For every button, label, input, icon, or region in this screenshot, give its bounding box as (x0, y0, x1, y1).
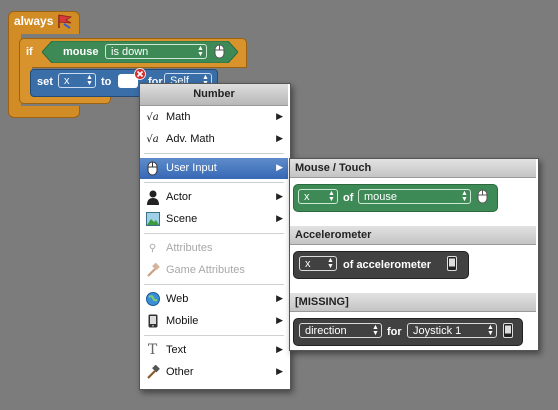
menu-item-label: Mobile (166, 315, 199, 327)
submenu-arrow-icon: ▶ (276, 213, 283, 223)
menu-item-label: Scene (166, 213, 198, 225)
menu-item-label: Math (166, 111, 191, 123)
submenu-arrow-icon: ▶ (276, 162, 283, 172)
mouse-icon (214, 44, 225, 59)
menu-item-user-input[interactable]: User Input ▶ (140, 158, 288, 179)
joystick-value: Joystick 1 (413, 325, 462, 337)
hammer-icon (145, 262, 160, 278)
menu-separator (144, 284, 284, 285)
to-label: to (101, 76, 112, 88)
menu-item-label: Actor (166, 191, 192, 203)
menu-item-label: Other (166, 366, 194, 378)
actor-icon (145, 190, 160, 205)
menu-item-adv-math[interactable]: √a Adv. Math ▶ (140, 129, 288, 150)
section-header-mouse-touch: Mouse / Touch (290, 159, 536, 178)
mouse-icon (145, 161, 160, 176)
menu-title: Number (140, 84, 288, 106)
of-accelerometer-label: of accelerometer (343, 259, 432, 271)
menu-item-web[interactable]: Web ▶ (140, 289, 288, 310)
menu-item-label: Adv. Math (166, 133, 215, 145)
stepper-arrows-icon: ▲▼ (328, 190, 335, 203)
source-value: mouse (364, 191, 398, 203)
submenu-arrow-icon: ▶ (276, 191, 283, 201)
submenu-arrow-icon: ▶ (276, 133, 283, 143)
globe-icon (145, 292, 160, 307)
sqrt-icon: √a (146, 134, 159, 145)
stepper-arrows-icon: ▲▼ (461, 190, 468, 203)
menu-item-label: Web (166, 293, 189, 305)
always-label: always (14, 14, 54, 28)
delete-icon[interactable] (134, 68, 146, 80)
stepper-arrows-icon: ▲▼ (372, 324, 379, 337)
phone-icon (447, 256, 457, 271)
submenu-arrow-icon: ▶ (276, 293, 283, 303)
phone-icon (503, 323, 513, 338)
menu-item-attributes: ⚲ Attributes (140, 238, 288, 259)
menu-item-other[interactable]: Other ▶ (140, 362, 288, 383)
menu-item-scene[interactable]: Scene ▶ (140, 209, 288, 230)
menu-separator (144, 153, 284, 154)
set-variable-dropdown[interactable]: x ▲ ▼ (58, 73, 96, 88)
menu-item-actor[interactable]: Actor ▶ (140, 187, 288, 208)
sqrt-icon: √a (146, 112, 159, 123)
always-block-bottom (8, 106, 80, 118)
section-header-missing: [MISSING] (290, 293, 536, 312)
text-icon: T (147, 342, 158, 358)
mouse-icon (477, 189, 488, 204)
menu-separator (144, 335, 284, 336)
flag-icon[interactable] (56, 13, 74, 29)
submenu-arrow-icon: ▶ (276, 111, 283, 121)
joystick-property-dropdown[interactable]: direction ▲ ▼ (299, 323, 382, 338)
scene-icon (145, 212, 160, 227)
axis-value: x (305, 258, 311, 270)
menu-item-label: Game Attributes (166, 264, 245, 276)
for-label: for (387, 326, 402, 338)
if-label: if (26, 46, 33, 58)
stepper-arrows-icon: ▲▼ (86, 74, 93, 87)
menu-item-game-attributes: Game Attributes (140, 260, 288, 281)
stepper-arrows-icon: ▲▼ (487, 324, 494, 337)
stepper-arrows-icon: ▲▼ (327, 257, 334, 270)
menu-separator (144, 233, 284, 234)
set-label: set (37, 76, 53, 88)
hammer-icon (145, 364, 160, 380)
menu-item-label: User Input (166, 162, 217, 174)
menu-item-math[interactable]: √a Math ▶ (140, 107, 288, 128)
source-dropdown[interactable]: mouse ▲ ▼ (358, 189, 471, 204)
joystick-dropdown[interactable]: Joystick 1 ▲ ▼ (407, 323, 497, 338)
attributes-icon: ⚲ (148, 243, 157, 254)
menu-separator (144, 182, 284, 183)
menu-item-text[interactable]: T Text ▶ (140, 340, 288, 361)
condition-dropdown-value: is down (111, 46, 149, 58)
submenu-arrow-icon: ▶ (276, 315, 283, 325)
menu-item-mobile[interactable]: Mobile ▶ (140, 311, 288, 332)
of-label: of (343, 192, 354, 204)
phone-icon (145, 314, 160, 329)
condition-label: mouse (63, 46, 99, 58)
joystick-property-value: direction (305, 325, 347, 337)
condition-dropdown[interactable]: is down ▲ ▼ (105, 44, 207, 59)
axis-dropdown[interactable]: x ▲ ▼ (299, 256, 337, 271)
submenu-arrow-icon: ▶ (276, 344, 283, 354)
submenu-arrow-icon: ▶ (276, 366, 283, 376)
section-header-accelerometer: Accelerometer (290, 226, 536, 245)
axis-dropdown[interactable]: x ▲ ▼ (298, 189, 338, 204)
axis-value: x (304, 191, 310, 203)
stepper-arrows-icon: ▲▼ (197, 45, 204, 58)
menu-item-label: Text (166, 344, 187, 356)
menu-item-label: Attributes (166, 242, 213, 254)
set-variable-value: x (64, 75, 70, 87)
